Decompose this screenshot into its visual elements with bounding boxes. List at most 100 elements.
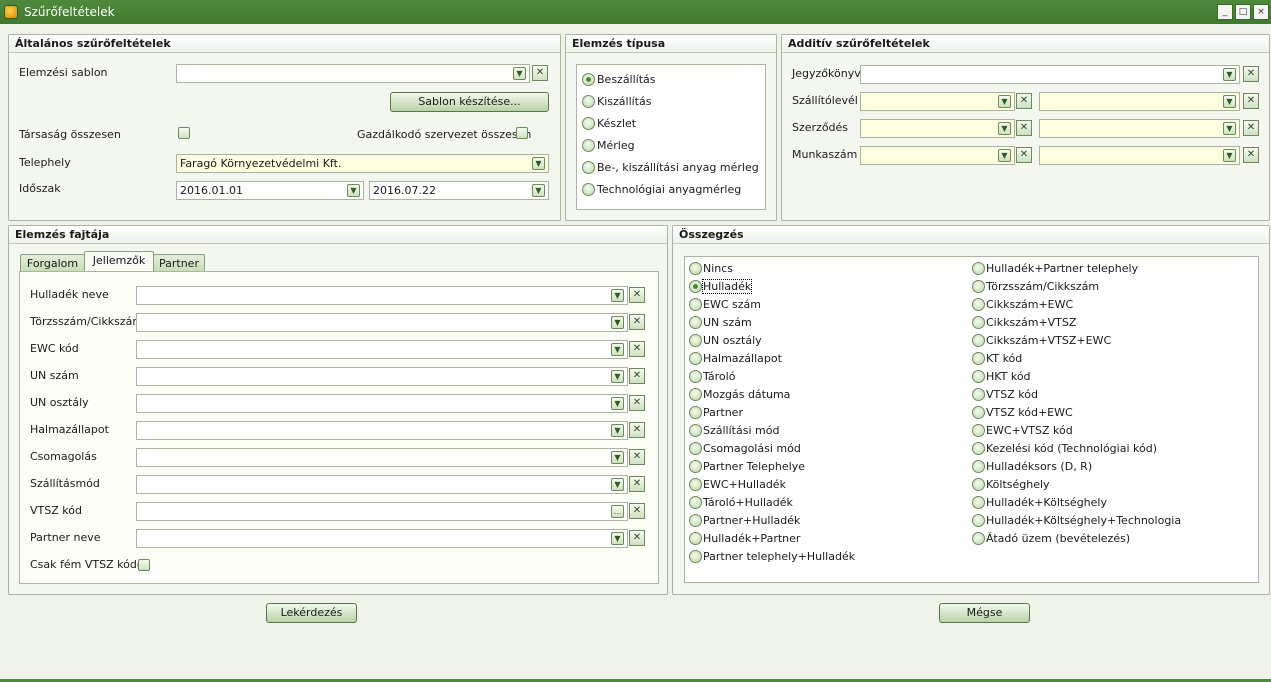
kind-field-clear-button[interactable]: ✕ bbox=[629, 422, 645, 438]
kind-field-clear-button[interactable]: ✕ bbox=[629, 449, 645, 465]
date-to-field[interactable]: 2016.07.22 ▼ bbox=[369, 181, 549, 200]
cancel-button[interactable]: Mégse bbox=[939, 603, 1030, 623]
site-select[interactable]: Faragó Környezetvédelmi Kft. ▼ bbox=[176, 154, 549, 173]
kind-field-clear-button[interactable]: ✕ bbox=[629, 287, 645, 303]
munkaszam-select-2[interactable]: ▼ bbox=[1039, 146, 1240, 165]
org-total-checkbox[interactable] bbox=[516, 127, 528, 139]
kind-field-clear-button[interactable]: ✕ bbox=[629, 368, 645, 384]
summary-radio[interactable] bbox=[689, 370, 702, 383]
tab-partner[interactable]: Partner bbox=[153, 254, 205, 272]
kind-field-select[interactable]: ▼ bbox=[136, 421, 628, 440]
kind-field-clear-button[interactable]: ✕ bbox=[629, 314, 645, 330]
radio-beszallitas[interactable] bbox=[582, 73, 595, 86]
summary-radio[interactable] bbox=[972, 298, 985, 311]
maximize-button[interactable]: □ bbox=[1235, 4, 1251, 20]
munkaszam-clear-2[interactable]: ✕ bbox=[1243, 147, 1259, 163]
summary-radio[interactable] bbox=[689, 532, 702, 545]
summary-radio[interactable] bbox=[689, 460, 702, 473]
template-select[interactable]: ▼ bbox=[176, 64, 530, 83]
summary-radio[interactable] bbox=[689, 478, 702, 491]
chevron-down-icon[interactable]: ▼ bbox=[1223, 68, 1236, 81]
radio-anyag-merleg[interactable] bbox=[582, 161, 595, 174]
chevron-down-icon[interactable]: ▼ bbox=[611, 424, 624, 437]
summary-radio[interactable] bbox=[689, 424, 702, 437]
kind-field-clear-button[interactable]: ✕ bbox=[629, 530, 645, 546]
munkaszam-select-1[interactable]: ▼ bbox=[860, 146, 1015, 165]
chevron-down-icon[interactable]: ▼ bbox=[1223, 149, 1236, 162]
szerzodes-select-1[interactable]: ▼ bbox=[860, 119, 1015, 138]
summary-radio[interactable] bbox=[689, 316, 702, 329]
chevron-down-icon[interactable]: ▼ bbox=[1223, 95, 1236, 108]
kind-field-select[interactable]: ▼ bbox=[136, 529, 628, 548]
chevron-down-icon[interactable]: ▼ bbox=[998, 95, 1011, 108]
tab-forgalom[interactable]: Forgalom bbox=[20, 254, 85, 272]
summary-radio[interactable] bbox=[972, 496, 985, 509]
date-from-field[interactable]: 2016.01.01 ▼ bbox=[176, 181, 364, 200]
szallitolevel-clear-2[interactable]: ✕ bbox=[1243, 93, 1259, 109]
summary-radio[interactable] bbox=[972, 424, 985, 437]
company-total-checkbox[interactable] bbox=[178, 127, 190, 139]
summary-radio[interactable] bbox=[972, 280, 985, 293]
szerzodes-select-2[interactable]: ▼ bbox=[1039, 119, 1240, 138]
summary-radio[interactable] bbox=[689, 280, 702, 293]
munkaszam-clear-1[interactable]: ✕ bbox=[1016, 147, 1032, 163]
summary-radio[interactable] bbox=[689, 514, 702, 527]
minimize-button[interactable]: _ bbox=[1217, 4, 1233, 20]
summary-radio[interactable] bbox=[689, 388, 702, 401]
summary-radio[interactable] bbox=[972, 352, 985, 365]
summary-radio[interactable] bbox=[972, 478, 985, 491]
summary-radio[interactable] bbox=[689, 550, 702, 563]
close-button[interactable]: × bbox=[1253, 4, 1269, 20]
summary-radio[interactable] bbox=[972, 406, 985, 419]
szallitolevel-clear-1[interactable]: ✕ bbox=[1016, 93, 1032, 109]
kind-field-select[interactable]: ▼ bbox=[136, 313, 628, 332]
kind-field-select[interactable]: ▼ bbox=[136, 340, 628, 359]
summary-radio[interactable] bbox=[689, 496, 702, 509]
summary-radio[interactable] bbox=[689, 442, 702, 455]
chevron-down-icon[interactable]: ▼ bbox=[611, 343, 624, 356]
template-clear-button[interactable]: ✕ bbox=[532, 65, 548, 81]
radio-kiszallitas[interactable] bbox=[582, 95, 595, 108]
chevron-down-icon[interactable]: ▼ bbox=[998, 122, 1011, 135]
metal-only-checkbox[interactable] bbox=[138, 559, 150, 571]
radio-keszlet[interactable] bbox=[582, 117, 595, 130]
summary-radio[interactable] bbox=[972, 370, 985, 383]
kind-field-select[interactable]: ▼ bbox=[136, 286, 628, 305]
summary-radio[interactable] bbox=[972, 388, 985, 401]
radio-technologiai[interactable] bbox=[582, 183, 595, 196]
summary-radio[interactable] bbox=[972, 316, 985, 329]
summary-radio[interactable] bbox=[689, 262, 702, 275]
summary-radio[interactable] bbox=[972, 442, 985, 455]
kind-field-select[interactable]: ▼ bbox=[136, 448, 628, 467]
chevron-down-icon[interactable]: ▼ bbox=[611, 289, 624, 302]
chevron-down-icon[interactable]: ▼ bbox=[611, 370, 624, 383]
kind-field-clear-button[interactable]: ✕ bbox=[629, 503, 645, 519]
tab-jellemzok[interactable]: Jellemzők bbox=[84, 251, 154, 271]
chevron-down-icon[interactable]: ▼ bbox=[611, 532, 624, 545]
calendar-dropdown-icon[interactable]: ▼ bbox=[347, 184, 360, 197]
jegyzokonyv-select[interactable]: ▼ bbox=[860, 65, 1240, 84]
summary-radio[interactable] bbox=[972, 514, 985, 527]
szallitolevel-select-1[interactable]: ▼ bbox=[860, 92, 1015, 111]
kind-field-select[interactable]: ▼ bbox=[136, 475, 628, 494]
chevron-down-icon[interactable]: ▼ bbox=[611, 451, 624, 464]
summary-radio[interactable] bbox=[972, 532, 985, 545]
kind-field-select[interactable]: ▼ bbox=[136, 367, 628, 386]
radio-merleg[interactable] bbox=[582, 139, 595, 152]
query-button[interactable]: Lekérdezés bbox=[266, 603, 357, 623]
ellipsis-icon[interactable]: … bbox=[611, 505, 624, 518]
chevron-down-icon[interactable]: ▼ bbox=[513, 67, 526, 80]
kind-field-clear-button[interactable]: ✕ bbox=[629, 341, 645, 357]
summary-radio[interactable] bbox=[689, 334, 702, 347]
summary-radio[interactable] bbox=[689, 298, 702, 311]
chevron-down-icon[interactable]: ▼ bbox=[611, 397, 624, 410]
kind-field-clear-button[interactable]: ✕ bbox=[629, 476, 645, 492]
summary-radio[interactable] bbox=[972, 334, 985, 347]
szallitolevel-select-2[interactable]: ▼ bbox=[1039, 92, 1240, 111]
summary-radio[interactable] bbox=[972, 262, 985, 275]
chevron-down-icon[interactable]: ▼ bbox=[611, 478, 624, 491]
chevron-down-icon[interactable]: ▼ bbox=[1223, 122, 1236, 135]
calendar-dropdown-icon[interactable]: ▼ bbox=[532, 184, 545, 197]
kind-field-select[interactable]: ▼ bbox=[136, 394, 628, 413]
summary-radio[interactable] bbox=[689, 406, 702, 419]
